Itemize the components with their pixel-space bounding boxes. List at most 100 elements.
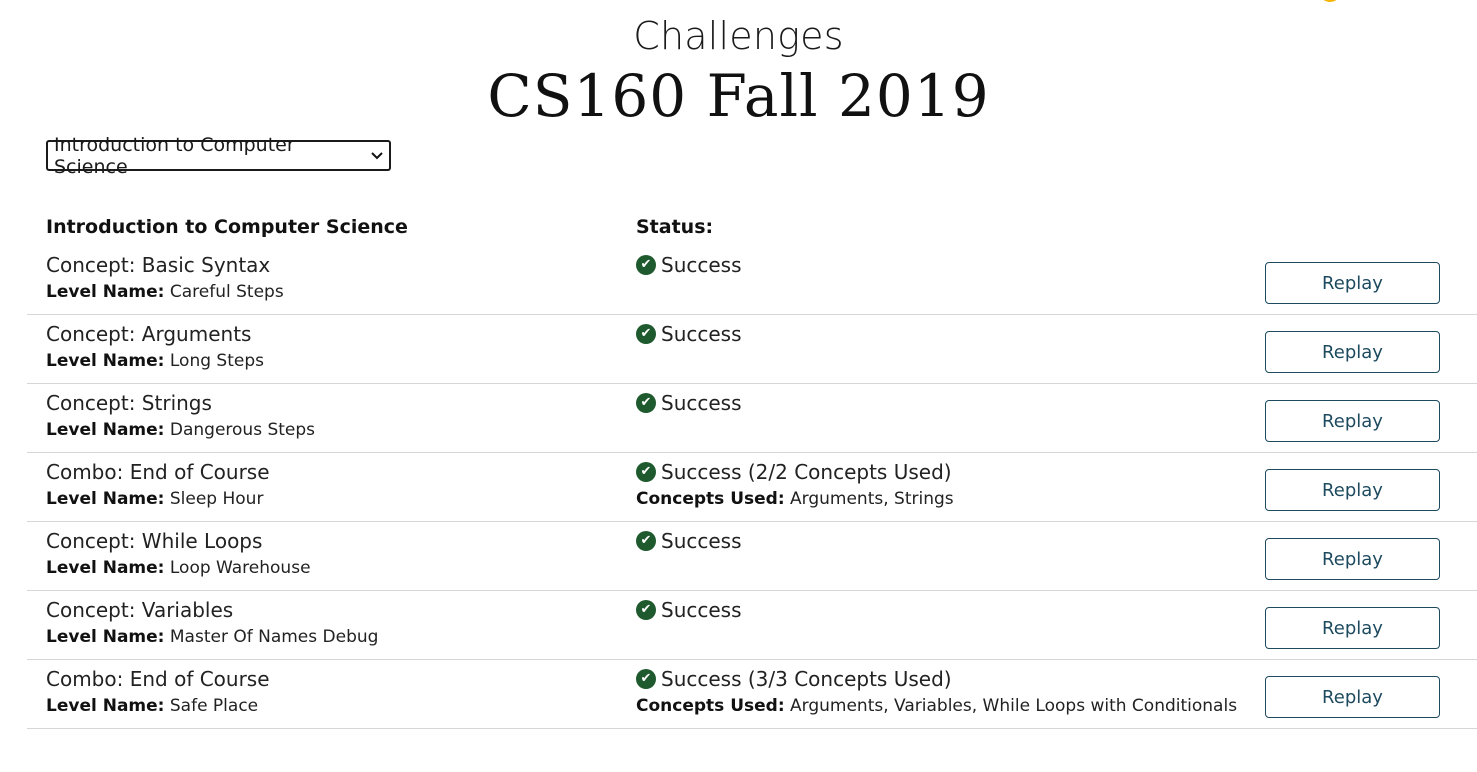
concept-name: Combo: End of Course [46,460,270,484]
status-line: ✔ Success [636,528,1246,554]
check-circle-icon: ✔ [636,669,656,689]
status-cell: ✔ Success [636,522,1246,590]
replay-button[interactable]: Replay [1265,400,1440,442]
replay-button[interactable]: Replay [1265,676,1440,718]
concepts-used-value: Arguments, Strings [790,489,954,509]
status-cell: ✔ Success [636,384,1246,452]
replay-button[interactable]: Replay [1265,262,1440,304]
status-text: Success (2/2 Concepts Used) [661,460,952,484]
course-select[interactable]: Introduction to Computer Science [46,134,391,178]
status-text: Success [661,322,742,346]
action-cell: Replay [1246,660,1477,728]
challenge-info: Combo: End of Course Level Name: Sleep H… [27,453,636,521]
level-name: Level Name: Loop Warehouse [46,556,636,580]
table-row: Concept: Strings Level Name: Dangerous S… [27,384,1477,453]
chevron-down-icon [371,148,383,164]
concepts-used: Concepts Used: Arguments, Variables, Whi… [636,694,1246,718]
check-circle-icon: ✔ [636,600,656,620]
concept-name: Concept: Basic Syntax [46,253,271,277]
table-body: Concept: Basic Syntax Level Name: Carefu… [27,246,1477,729]
status-text: Success [661,598,742,622]
challenge-info: Concept: Variables Level Name: Master Of… [27,591,636,659]
level-name-label: Level Name: [46,282,165,302]
table-row: Combo: End of Course Level Name: Sleep H… [27,453,1477,522]
course-select-value: Introduction to Computer Science [54,133,295,178]
action-cell: Replay [1246,384,1477,452]
concepts-used-value: Arguments, Variables, While Loops with C… [790,696,1238,716]
level-name-label: Level Name: [46,627,165,647]
challenge-info: Concept: Basic Syntax Level Name: Carefu… [27,246,636,314]
challenge-info: Combo: End of Course Level Name: Safe Pl… [27,660,636,728]
column-header-course: Introduction to Computer Science [46,216,408,238]
replay-button[interactable]: Replay [1265,331,1440,373]
check-circle-icon: ✔ [636,324,656,344]
status-cell: ✔ Success [636,246,1246,314]
concept-name: Concept: Variables [46,598,234,622]
status-cell: ✔ Success (2/2 Concepts Used) Concepts U… [636,453,1246,521]
challenge-info: Concept: Arguments Level Name: Long Step… [27,315,636,383]
concepts-used-label: Concepts Used: [636,696,785,716]
level-name: Level Name: Careful Steps [46,280,636,304]
page-header: Challenges CS160 Fall 2019 [0,0,1477,128]
table-row: Concept: While Loops Level Name: Loop Wa… [27,522,1477,591]
level-name-value: Safe Place [169,696,259,716]
concepts-used: Concepts Used: Arguments, Strings [636,487,1246,511]
level-name-label: Level Name: [46,351,165,371]
replay-button[interactable]: Replay [1265,469,1440,511]
status-text: Success (3/3 Concepts Used) [661,667,952,691]
challenge-info: Concept: While Loops Level Name: Loop Wa… [27,522,636,590]
level-name-value: Long Steps [169,351,264,371]
level-name: Level Name: Long Steps [46,349,636,373]
level-name-value: Master Of Names Debug [169,627,379,647]
status-cell: ✔ Success [636,315,1246,383]
action-cell: Replay [1246,246,1477,314]
status-line: ✔ Success [636,597,1246,623]
concept-name: Concept: While Loops [46,529,263,553]
challenge-info: Concept: Strings Level Name: Dangerous S… [27,384,636,452]
level-name-value: Loop Warehouse [169,558,311,578]
status-text: Success [661,529,742,553]
status-line: ✔ Success (3/3 Concepts Used) [636,666,1246,692]
status-line: ✔ Success (2/2 Concepts Used) [636,459,1246,485]
status-cell: ✔ Success [636,591,1246,659]
action-cell: Replay [1246,453,1477,521]
concept-name: Concept: Arguments [46,322,252,346]
level-name-label: Level Name: [46,696,165,716]
level-name-value: Careful Steps [169,282,284,302]
level-name-label: Level Name: [46,558,165,578]
replay-button[interactable]: Replay [1265,607,1440,649]
level-name-label: Level Name: [46,489,165,509]
level-name: Level Name: Sleep Hour [46,487,636,511]
column-header-status: Status: [636,216,714,238]
concepts-used-label: Concepts Used: [636,489,785,509]
level-name: Level Name: Dangerous Steps [46,418,636,442]
status-text: Success [661,253,742,277]
level-name: Level Name: Master Of Names Debug [46,625,636,649]
status-text: Success [661,391,742,415]
concept-name: Combo: End of Course [46,667,270,691]
table-row: Combo: End of Course Level Name: Safe Pl… [27,660,1477,729]
action-cell: Replay [1246,522,1477,590]
level-name-value: Sleep Hour [169,489,264,509]
status-cell: ✔ Success (3/3 Concepts Used) Concepts U… [636,660,1246,728]
page-subtitle: Challenges [633,14,844,58]
table-header: Introduction to Computer Science Status: [27,208,1477,246]
status-line: ✔ Success [636,321,1246,347]
course-select-wrapper: Introduction to Computer Science [46,134,391,178]
action-cell: Replay [1246,591,1477,659]
action-cell: Replay [1246,315,1477,383]
table-row: Concept: Arguments Level Name: Long Step… [27,315,1477,384]
concept-name: Concept: Strings [46,391,212,415]
check-circle-icon: ✔ [636,393,656,413]
check-circle-icon: ✔ [636,462,656,482]
status-line: ✔ Success [636,252,1246,278]
check-circle-icon: ✔ [636,255,656,275]
status-line: ✔ Success [636,390,1246,416]
table-row: Concept: Variables Level Name: Master Of… [27,591,1477,660]
page-title: CS160 Fall 2019 [487,62,990,130]
level-name-value: Dangerous Steps [169,420,316,440]
level-name-label: Level Name: [46,420,165,440]
replay-button[interactable]: Replay [1265,538,1440,580]
challenges-table: Introduction to Computer Science Status:… [27,208,1477,729]
table-row: Concept: Basic Syntax Level Name: Carefu… [27,246,1477,315]
